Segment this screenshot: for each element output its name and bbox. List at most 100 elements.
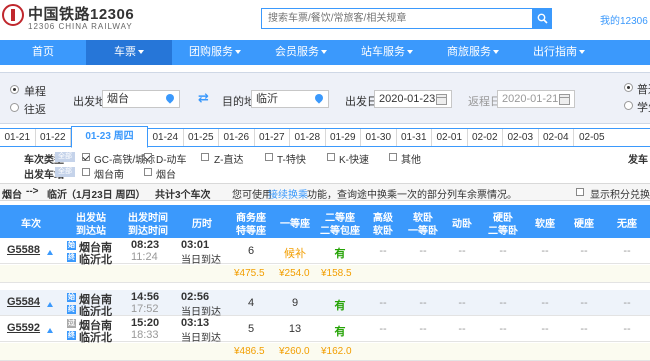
seat-second-class[interactable]: 有 (320, 323, 360, 339)
terminal-badge: 终 (67, 253, 76, 262)
arrive-time: 11:24 (131, 251, 158, 263)
roundtrip-radio[interactable] (10, 103, 19, 112)
chevron-down-icon (235, 50, 241, 55)
ticket-student-radio[interactable] (624, 101, 633, 110)
date-tab-active[interactable]: 01-23 周四 (71, 126, 148, 148)
train-type-checkbox-d[interactable] (144, 153, 152, 161)
calendar-icon[interactable] (559, 94, 570, 105)
nav-business-service[interactable]: 商旅服务 (430, 40, 516, 65)
date-tab[interactable]: 01-24 (148, 129, 184, 146)
date-tab[interactable]: 01-31 (397, 129, 432, 146)
seat-business[interactable]: 5 (231, 323, 271, 335)
depart-station-label-yantainan: 烟台南 (94, 170, 124, 181)
date-tab[interactable]: 02-01 (432, 129, 468, 146)
table-row[interactable]: G5588 始 烟台南 终 临沂北 08:23 11:24 03:01 当日到达… (0, 238, 650, 266)
nav-tickets[interactable]: 车票 (86, 40, 172, 65)
nav-travel-guide[interactable]: 出行指南 (516, 40, 602, 65)
table-row[interactable]: G5592 过 烟台南 终 临沂北 15:20 18:33 03:13 当日到达… (0, 316, 650, 344)
select-all-stations-button[interactable]: 全部 (55, 167, 75, 177)
seat-soft-sleeper: -- (419, 297, 427, 309)
transfer-link[interactable]: 接续换乘 (268, 186, 308, 201)
select-all-train-types-button[interactable]: 全部 (55, 152, 75, 162)
seat-soft-sleeper: -- (419, 245, 427, 257)
train-type-label-t: T-特快 (277, 155, 306, 166)
date-tab[interactable]: 01-28 (290, 129, 326, 146)
site-search-input[interactable] (262, 9, 532, 28)
price-row: ¥486.5 ¥260.0 ¥162.0 (0, 343, 650, 361)
ticket-normal-radio[interactable] (624, 83, 633, 92)
col-duration[interactable]: 历时 (176, 205, 228, 238)
seat-no-seat: -- (623, 245, 631, 257)
date-tab[interactable]: 01-29 (326, 129, 361, 146)
seat-no-seat: -- (623, 323, 631, 335)
seat-second-class[interactable]: 有 (320, 245, 360, 261)
oneway-label: 单程 (24, 86, 46, 98)
train-number-link[interactable]: G5584 (7, 296, 40, 308)
date-tab[interactable]: 01-22 (36, 129, 71, 146)
nav-member-service[interactable]: 会员服务 (258, 40, 344, 65)
oneway-radio[interactable] (10, 85, 19, 94)
seat-first-class[interactable]: 候补 (275, 245, 315, 261)
date-tab[interactable]: 01-21 (0, 129, 36, 146)
train-type-checkbox-z[interactable] (201, 153, 209, 161)
nav-home-label: 首页 (32, 46, 54, 58)
col-train[interactable]: 车次 (0, 205, 62, 238)
train-type-checkbox-gc[interactable] (82, 153, 90, 161)
nav-station-service[interactable]: 站车服务 (344, 40, 430, 65)
train-type-label-other: 其他 (401, 155, 421, 166)
expand-stops-icon[interactable] (47, 328, 53, 333)
seat-no-seat: -- (623, 297, 631, 309)
col-no-seat-label: 无座 (617, 219, 637, 230)
col-moving-sleeper: 动卧 (444, 205, 480, 238)
seat-premium-sleeper: -- (379, 245, 387, 257)
logo-title[interactable]: 中国铁路12306 (28, 3, 134, 24)
depart-station-checkbox-yantai[interactable] (144, 168, 152, 176)
table-row[interactable]: G5584 始 烟台南 终 临沂北 14:56 17:52 02:56 当日到达… (0, 290, 650, 318)
col-second-box-label: 二等包座 (320, 226, 360, 237)
date-tab[interactable]: 02-04 (539, 129, 574, 146)
points-redeem-checkbox[interactable] (576, 188, 584, 196)
col-second-sleeper-label: 二等卧 (488, 226, 518, 237)
my-12306-link[interactable]: 我的12306 (600, 12, 648, 27)
depart-station-checkbox-yantainan[interactable] (82, 168, 90, 176)
date-tab[interactable]: 01-27 (255, 129, 290, 146)
date-tabs: 01-21 01-22 01-23 周四 01-24 01-25 01-26 0… (0, 126, 650, 148)
date-tab[interactable]: 01-30 (361, 129, 397, 146)
seat-moving-sleeper: -- (458, 323, 466, 335)
expand-stops-icon[interactable] (47, 302, 53, 307)
train-type-checkbox-other[interactable] (389, 153, 397, 161)
train-type-checkbox-t[interactable] (265, 153, 273, 161)
nav-group-service-label: 团购服务 (189, 46, 233, 58)
train-number-link[interactable]: G5592 (7, 322, 40, 334)
nav-home[interactable]: 首页 (0, 40, 86, 65)
col-stations[interactable]: 出发站 到达站 (62, 205, 120, 238)
col-times[interactable]: 出发时间 到达时间 (120, 205, 176, 238)
expand-stops-icon[interactable] (47, 250, 53, 255)
nav-travel-guide-label: 出行指南 (533, 46, 577, 58)
depart-time: 08:23 (131, 239, 160, 251)
col-arrive-time-label: 到达时间 (128, 226, 168, 237)
date-tab[interactable]: 01-26 (219, 129, 255, 146)
train-type-label-z: Z-直达 (214, 155, 244, 166)
route-count: 共计3个车次 (155, 190, 211, 201)
nav-group-service[interactable]: 团购服务 (172, 40, 258, 65)
seat-business[interactable]: 6 (231, 245, 271, 257)
arrival-day: 当日到达 (181, 333, 221, 344)
date-tab[interactable]: 02-05 (574, 129, 610, 146)
date-tab[interactable]: 02-02 (468, 129, 503, 146)
train-type-checkbox-k[interactable] (327, 153, 335, 161)
seat-first-class[interactable]: 9 (275, 297, 315, 309)
seat-business[interactable]: 4 (231, 297, 271, 309)
seat-first-class[interactable]: 13 (275, 323, 315, 335)
train-table-header: 车次 出发站 到达站 出发时间 到达时间 历时 商务座 特等座 一等座 二等座 二等包座… (0, 205, 650, 238)
train-number-link[interactable]: G5588 (7, 244, 40, 256)
calendar-icon[interactable] (436, 94, 447, 105)
swap-stations-icon[interactable]: ⇄ (198, 90, 209, 106)
search-button[interactable] (533, 8, 552, 29)
railway-logo-icon[interactable] (2, 4, 24, 26)
date-tab[interactable]: 01-25 (184, 129, 219, 146)
logo-subtitle: 12306 CHINA RAILWAY (28, 22, 133, 31)
date-tab[interactable]: 02-03 (503, 129, 539, 146)
roundtrip-label: 往返 (24, 104, 46, 116)
seat-second-class[interactable]: 有 (320, 297, 360, 313)
